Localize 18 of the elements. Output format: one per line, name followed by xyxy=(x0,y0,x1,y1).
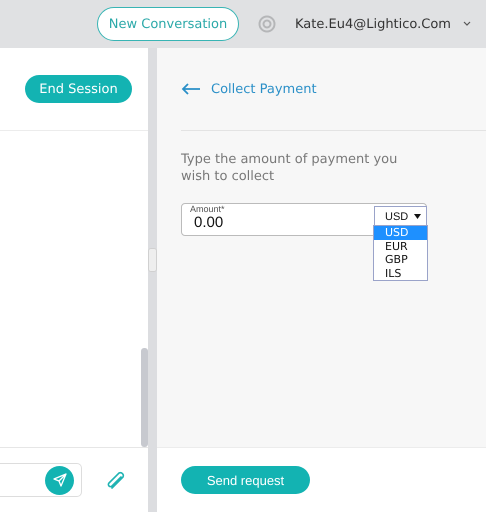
user-email[interactable]: Kate.Eu4@Lightico.Com xyxy=(295,16,451,32)
field-label: Amount* xyxy=(190,204,225,214)
currency-option[interactable]: ILS xyxy=(374,266,427,280)
paperclip-icon[interactable] xyxy=(105,469,127,491)
panel-title: Collect Payment xyxy=(211,82,317,96)
message-input-field[interactable] xyxy=(0,463,82,497)
send-icon xyxy=(52,472,68,488)
dropdown-arrow-icon xyxy=(414,214,422,219)
send-button[interactable] xyxy=(45,466,74,494)
back-arrow-icon[interactable] xyxy=(181,83,201,95)
amount-value: 0.00 xyxy=(194,214,224,231)
help-icon[interactable] xyxy=(258,15,276,33)
scrollbar-thumb[interactable] xyxy=(141,348,148,447)
currency-option[interactable]: EUR xyxy=(374,240,427,253)
currency-option[interactable]: GBP xyxy=(374,253,427,266)
instruction-text: Type the amount of payment you wish to collect xyxy=(181,151,398,185)
splitter-handle[interactable] xyxy=(148,248,157,272)
chevron-down-icon[interactable] xyxy=(462,21,471,27)
